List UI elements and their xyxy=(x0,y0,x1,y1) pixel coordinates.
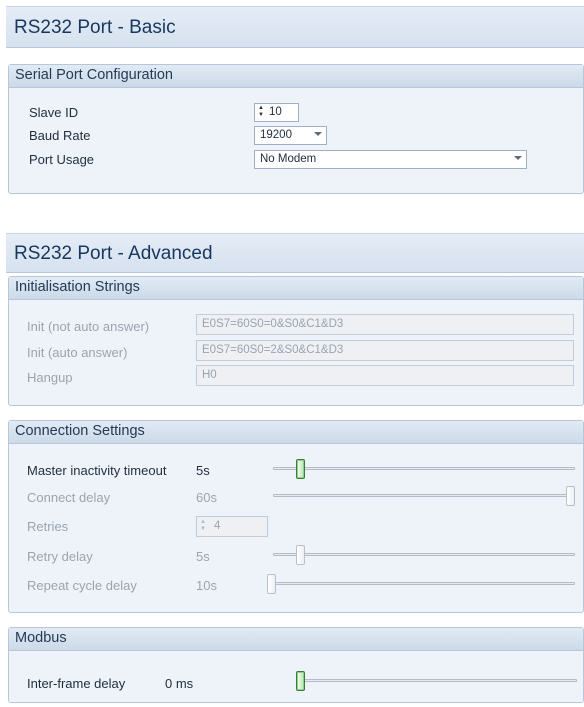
inter-frame-label: Inter-frame delay xyxy=(27,676,126,691)
slave-id-stepper[interactable]: ▲ ▼ 10 xyxy=(254,103,299,122)
init-not-auto-label: Init (not auto answer) xyxy=(27,319,150,334)
slider-track xyxy=(267,582,575,585)
retry-delay-slider[interactable] xyxy=(273,544,575,566)
serial-port-section-title: Serial Port Configuration xyxy=(15,67,173,83)
slider-thumb[interactable] xyxy=(296,671,305,691)
chevron-down-icon[interactable] xyxy=(314,132,322,136)
stepper-arrows-icon[interactable]: ▲ ▼ xyxy=(200,519,207,533)
inter-frame-slider[interactable] xyxy=(296,670,577,692)
port-usage-label: Port Usage xyxy=(29,152,95,167)
init-strings-section-title: Initialisation Strings xyxy=(15,279,140,295)
chevron-down-icon[interactable] xyxy=(514,156,522,160)
hangup-label: Hangup xyxy=(27,370,73,385)
init-auto-field[interactable]: E0S7=60S0=2&S0&C1&D3 xyxy=(196,340,574,361)
serial-port-configuration-section: Serial Port Configuration Slave ID ▲ ▼ 10… xyxy=(8,64,584,194)
slider-track xyxy=(273,553,575,556)
hangup-field[interactable]: H0 xyxy=(196,365,574,386)
modbus-section-title: Modbus xyxy=(15,630,67,646)
connect-delay-label: Connect delay xyxy=(27,490,111,505)
advanced-panel-title: RS232 Port - Advanced xyxy=(14,243,213,264)
repeat-cycle-value: 10s xyxy=(196,578,217,593)
slider-track xyxy=(273,494,575,497)
repeat-cycle-slider[interactable] xyxy=(267,573,575,595)
advanced-panel-header: RS232 Port - Advanced xyxy=(6,233,584,273)
retry-delay-value: 5s xyxy=(196,549,210,564)
slider-track xyxy=(296,679,577,682)
baud-rate-label: Baud Rate xyxy=(29,128,91,143)
basic-panel-title: RS232 Port - Basic xyxy=(14,17,176,38)
initialisation-strings-section: Initialisation Strings Init (not auto an… xyxy=(8,276,584,406)
retry-delay-label: Retry delay xyxy=(27,549,93,564)
slider-thumb[interactable] xyxy=(267,574,276,594)
init-not-auto-value: E0S7=60S0=0&S0&C1&D3 xyxy=(202,318,344,330)
repeat-cycle-label: Repeat cycle delay xyxy=(27,578,137,593)
master-inactivity-label: Master inactivity timeout xyxy=(27,463,167,478)
slider-track xyxy=(273,467,575,470)
port-usage-value: No Modem xyxy=(260,153,317,165)
basic-panel-header: RS232 Port - Basic xyxy=(6,6,584,48)
connect-delay-slider[interactable] xyxy=(273,485,575,507)
stepper-arrows-icon[interactable]: ▲ ▼ xyxy=(258,105,265,119)
modbus-section: Modbus Inter-frame delay 0 ms xyxy=(8,627,584,703)
retries-label: Retries xyxy=(27,519,69,534)
inter-frame-value: 0 ms xyxy=(165,676,194,691)
hangup-value: H0 xyxy=(202,369,217,381)
baud-rate-dropdown[interactable]: 19200 xyxy=(254,126,327,145)
slave-id-label: Slave ID xyxy=(29,105,79,120)
init-auto-label: Init (auto answer) xyxy=(27,345,128,360)
slave-id-value: 10 xyxy=(269,106,282,118)
serial-port-section-header: Serial Port Configuration xyxy=(9,65,583,88)
init-not-auto-field[interactable]: E0S7=60S0=0&S0&C1&D3 xyxy=(196,314,574,335)
retries-stepper[interactable]: ▲ ▼ 4 xyxy=(196,516,268,537)
connect-delay-value: 60s xyxy=(196,490,217,505)
slider-thumb[interactable] xyxy=(296,545,305,565)
init-auto-value: E0S7=60S0=2&S0&C1&D3 xyxy=(202,344,344,356)
port-usage-dropdown[interactable]: No Modem xyxy=(254,150,527,169)
modbus-section-header: Modbus xyxy=(9,628,583,651)
connection-section-header: Connection Settings xyxy=(9,421,583,444)
slider-thumb[interactable] xyxy=(296,459,305,479)
connection-section-title: Connection Settings xyxy=(15,423,145,439)
master-inactivity-value: 5s xyxy=(196,463,210,478)
baud-rate-value: 19200 xyxy=(260,129,292,141)
master-inactivity-slider[interactable] xyxy=(273,458,575,480)
slider-thumb[interactable] xyxy=(566,486,575,506)
init-strings-section-header: Initialisation Strings xyxy=(9,277,583,300)
retries-value: 4 xyxy=(214,520,221,532)
connection-settings-section: Connection Settings Master inactivity ti… xyxy=(8,420,584,613)
